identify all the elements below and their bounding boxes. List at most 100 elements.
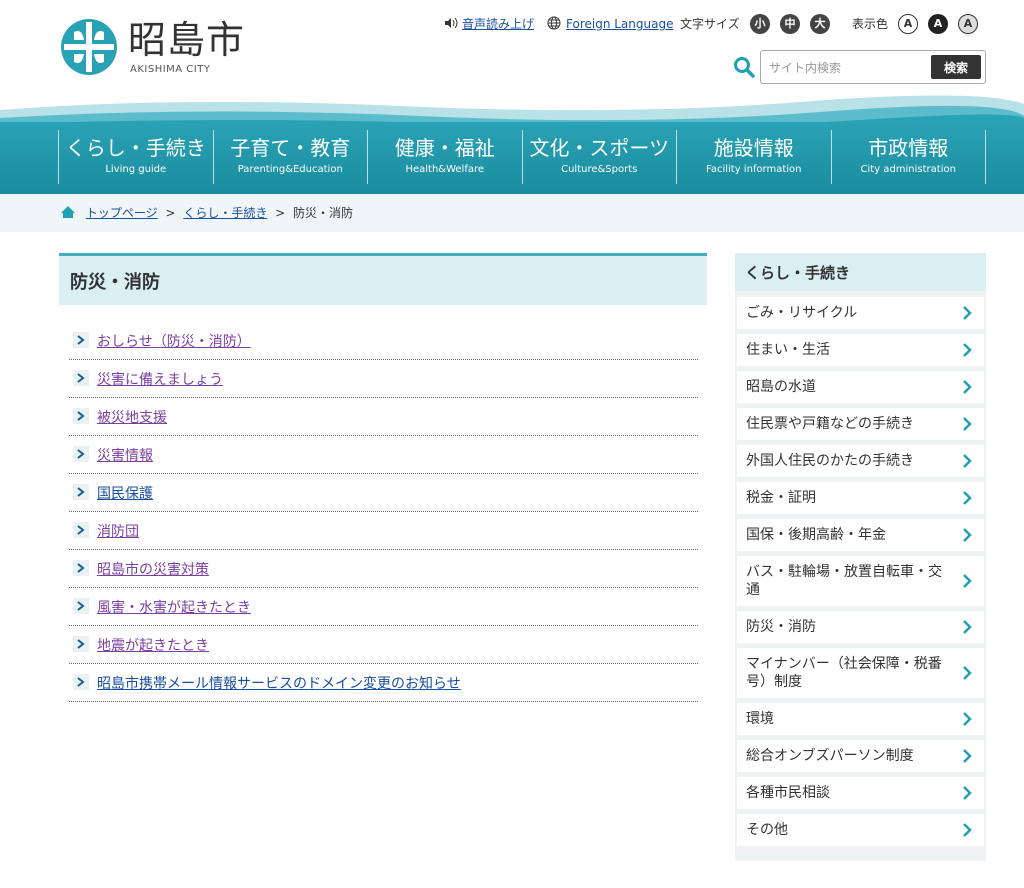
- list-item: おしらせ（防災・消防）: [69, 323, 698, 360]
- content-link[interactable]: 災害情報: [97, 445, 153, 465]
- chevron-right-icon: [963, 786, 972, 800]
- chevron-right-icon: [963, 666, 972, 680]
- nav-item-facility[interactable]: 施設情報 Facility information: [676, 130, 831, 184]
- nav-item-sublabel: Living guide: [105, 164, 167, 175]
- color-gray-button[interactable]: A: [958, 14, 978, 34]
- chevron-right-icon: [963, 712, 972, 726]
- list-item: 地震が起きたとき: [69, 627, 698, 664]
- sidebar-item-label: 住民票や戸籍などの手続き: [746, 416, 914, 432]
- site-logo[interactable]: 昭島市 AKISHIMA CITY: [60, 16, 260, 80]
- color-label: 表示色: [852, 17, 889, 31]
- chevron-right-icon: [963, 491, 972, 505]
- search-box: 検索: [760, 50, 986, 84]
- content-link[interactable]: 災害に備えましょう: [97, 369, 223, 389]
- sidebar-item-label: 各種市民相談: [746, 785, 830, 801]
- search-button[interactable]: 検索: [931, 55, 981, 79]
- site-search: 検索: [733, 50, 986, 84]
- sidebar-item[interactable]: ごみ・リサイクル: [737, 297, 984, 329]
- list-item: 風害・水害が起きたとき: [69, 589, 698, 626]
- font-size-large-button[interactable]: 大: [810, 14, 830, 34]
- content-link[interactable]: 被災地支援: [97, 407, 167, 427]
- nav-item-culture[interactable]: 文化・スポーツ Culture&Sports: [521, 130, 677, 184]
- sidebar-item-label: 環境: [746, 711, 774, 727]
- font-size-small-button[interactable]: 小: [750, 14, 770, 34]
- content-link[interactable]: 消防団: [97, 521, 139, 541]
- sidebar-item-label: 税金・証明: [746, 490, 816, 506]
- foreign-language-link[interactable]: Foreign Language: [566, 14, 673, 34]
- sidebar-heading: くらし・手続き: [735, 253, 986, 291]
- breadcrumb-separator: >: [165, 206, 176, 220]
- nav-item-health[interactable]: 健康・福祉 Health&Welfare: [367, 130, 522, 184]
- chevron-right-icon: [73, 446, 89, 462]
- sidebar-item[interactable]: マイナンバー（社会保障・税番号）制度: [737, 648, 984, 698]
- chevron-right-icon: [963, 380, 972, 394]
- sidebar-item-label: バス・駐輪場・放置自転車・交通: [746, 564, 942, 598]
- breadcrumb-bar: トップページ > くらし・手続き > 防災・消防: [0, 194, 1024, 232]
- search-input[interactable]: [767, 57, 921, 79]
- sidebar-item[interactable]: 税金・証明: [737, 482, 984, 514]
- list-item: 国民保護: [69, 475, 698, 512]
- logo-subtitle: AKISHIMA CITY: [130, 64, 211, 75]
- breadcrumb-home-link[interactable]: トップページ: [86, 206, 158, 220]
- nav-item-label: 施設情報: [713, 136, 794, 160]
- nav-item-label: 健康・福祉: [394, 136, 495, 160]
- sidebar-item[interactable]: 各種市民相談: [737, 777, 984, 809]
- chevron-right-icon: [73, 408, 89, 424]
- content-link[interactable]: 地震が起きたとき: [97, 635, 209, 655]
- breadcrumb-separator: >: [275, 206, 286, 220]
- breadcrumb-category-link[interactable]: くらし・手続き: [183, 206, 267, 220]
- font-size-medium-button[interactable]: 中: [780, 14, 800, 34]
- sidebar-item[interactable]: バス・駐輪場・放置自転車・交通: [737, 556, 984, 606]
- sidebar: くらし・手続き ごみ・リサイクル 住まい・生活 昭島の水道 住民票や戸籍などの手…: [735, 253, 986, 861]
- sidebar-item[interactable]: 環境: [737, 703, 984, 735]
- nav-item-sublabel: Facility information: [705, 164, 802, 175]
- chevron-right-icon: [963, 749, 972, 763]
- font-size-label: 文字サイズ: [680, 17, 740, 31]
- list-item: 災害情報: [69, 437, 698, 474]
- chevron-right-icon: [963, 528, 972, 542]
- sidebar-item-label: 昭島の水道: [746, 379, 816, 395]
- content-link[interactable]: 昭島市の災害対策: [97, 559, 209, 579]
- sidebar-item[interactable]: 国保・後期高齢・年金: [737, 519, 984, 551]
- nav-item-label: くらし・手続き: [65, 136, 206, 160]
- sidebar-item[interactable]: 住民票や戸籍などの手続き: [737, 408, 984, 440]
- speech-link[interactable]: 音声読み上げ: [462, 14, 534, 34]
- content-link[interactable]: 風害・水害が起きたとき: [97, 597, 251, 617]
- sidebar-item-label: 国保・後期高齢・年金: [746, 527, 886, 543]
- nav-item-city-admin[interactable]: 市政情報 City administration: [830, 130, 986, 184]
- sidebar-item[interactable]: 住まい・生活: [737, 334, 984, 366]
- list-item: 昭島市携帯メール情報サービスのドメイン変更のお知らせ: [69, 665, 698, 702]
- content-link[interactable]: おしらせ（防災・消防）: [97, 331, 251, 351]
- sidebar-item-label: 外国人住民のかたの手続き: [746, 453, 914, 469]
- globe-icon: [547, 14, 561, 34]
- page-heading: 防災・消防: [59, 253, 707, 305]
- chevron-right-icon: [963, 823, 972, 837]
- sidebar-item-label: 住まい・生活: [746, 342, 830, 358]
- nav-item-label: 文化・スポーツ: [529, 136, 670, 160]
- sidebar-item-label: その他: [746, 822, 788, 838]
- chevron-right-icon: [73, 370, 89, 386]
- content-link[interactable]: 昭島市携帯メール情報サービスのドメイン変更のお知らせ: [97, 673, 461, 693]
- content-link[interactable]: 国民保護: [97, 483, 153, 503]
- list-item: 災害に備えましょう: [69, 361, 698, 398]
- chevron-right-icon: [963, 417, 972, 431]
- chevron-right-icon: [963, 454, 972, 468]
- chevron-right-icon: [963, 343, 972, 357]
- sidebar-menu: ごみ・リサイクル 住まい・生活 昭島の水道 住民票や戸籍などの手続き 外国人住民…: [737, 297, 984, 851]
- logo-name: 昭島市: [128, 18, 246, 62]
- sidebar-item[interactable]: 防災・消防: [737, 611, 984, 643]
- search-icon: [734, 57, 755, 78]
- color-white-button[interactable]: A: [898, 14, 918, 34]
- sidebar-item[interactable]: 昭島の水道: [737, 371, 984, 403]
- color-black-button[interactable]: A: [928, 14, 948, 34]
- breadcrumb-current: 防災・消防: [293, 206, 354, 220]
- sidebar-item[interactable]: 外国人住民のかたの手続き: [737, 445, 984, 477]
- sidebar-item[interactable]: 総合オンブズパーソン制度: [737, 740, 984, 772]
- list-item: 昭島市の災害対策: [69, 551, 698, 588]
- list-item: 被災地支援: [69, 399, 698, 436]
- sidebar-item-label: ごみ・リサイクル: [746, 305, 858, 321]
- chevron-right-icon: [73, 560, 89, 576]
- nav-item-parenting[interactable]: 子育て・教育 Parenting&Education: [212, 130, 368, 184]
- sidebar-item[interactable]: その他: [737, 814, 984, 846]
- nav-item-living[interactable]: くらし・手続き Living guide: [58, 130, 213, 184]
